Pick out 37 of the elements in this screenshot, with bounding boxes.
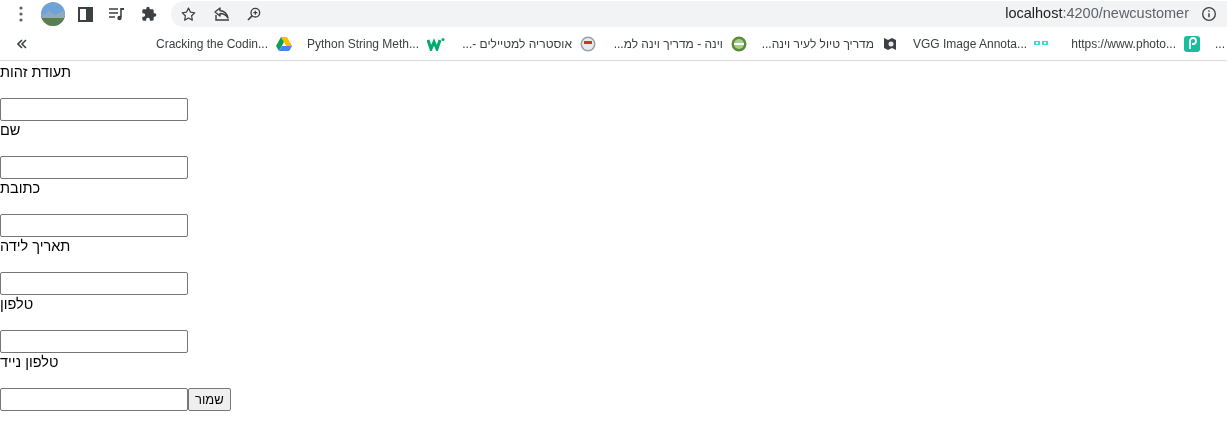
input-field[interactable] [0,156,188,179]
zoom-in-icon[interactable] [246,6,262,22]
bookmark-overflow-text[interactable]: ... [1215,35,1225,53]
field-label: טלפון [0,296,34,312]
round-site-icon [580,36,596,52]
bookmark[interactable]: Cracking the Codin... [153,35,295,53]
side-panel-icon[interactable] [77,6,93,22]
avatar-icon[interactable] [41,2,65,26]
bookmark[interactable]: אוסטריה למטיילים -... [457,35,599,53]
bookmark[interactable]: וינה - מדריך וינה למ... [608,35,750,53]
share-icon[interactable] [213,6,231,22]
bookmark[interactable]: מדריך טיול לעיר וינה... [759,35,901,53]
field-label: תעודת זהות [0,64,71,80]
chevrons-left-icon[interactable] [17,39,27,49]
media-list-icon[interactable] [109,7,125,21]
triangle-icon [276,37,292,51]
round-site-icon [731,36,747,52]
menu-icon[interactable] [19,6,23,22]
field-label: טלפון נייד [0,354,59,370]
field-label: כתובת [0,180,41,196]
field-label: תאריך לידה [0,238,71,254]
field-label: שם [0,122,21,138]
bookmark[interactable]: https://www.photo... [1061,35,1203,53]
bookmark[interactable]: VGG Image Annota... [910,35,1052,53]
puzzle-icon[interactable] [141,6,157,22]
map-icon [882,36,898,52]
input-field[interactable] [0,214,188,237]
address-bar[interactable]: localhost:4200/newcustomer [171,1,1227,27]
star-icon[interactable] [180,5,197,23]
input-field[interactable] [0,388,188,411]
info-icon[interactable] [1201,6,1217,22]
input-field[interactable] [0,272,188,295]
input-field[interactable] [0,98,188,121]
input-field[interactable] [0,330,188,353]
save-button[interactable]: שמור [188,388,231,411]
url-text[interactable]: localhost:4200/newcustomer [1005,3,1189,25]
bookmark[interactable]: Python String Meth... [304,35,448,53]
